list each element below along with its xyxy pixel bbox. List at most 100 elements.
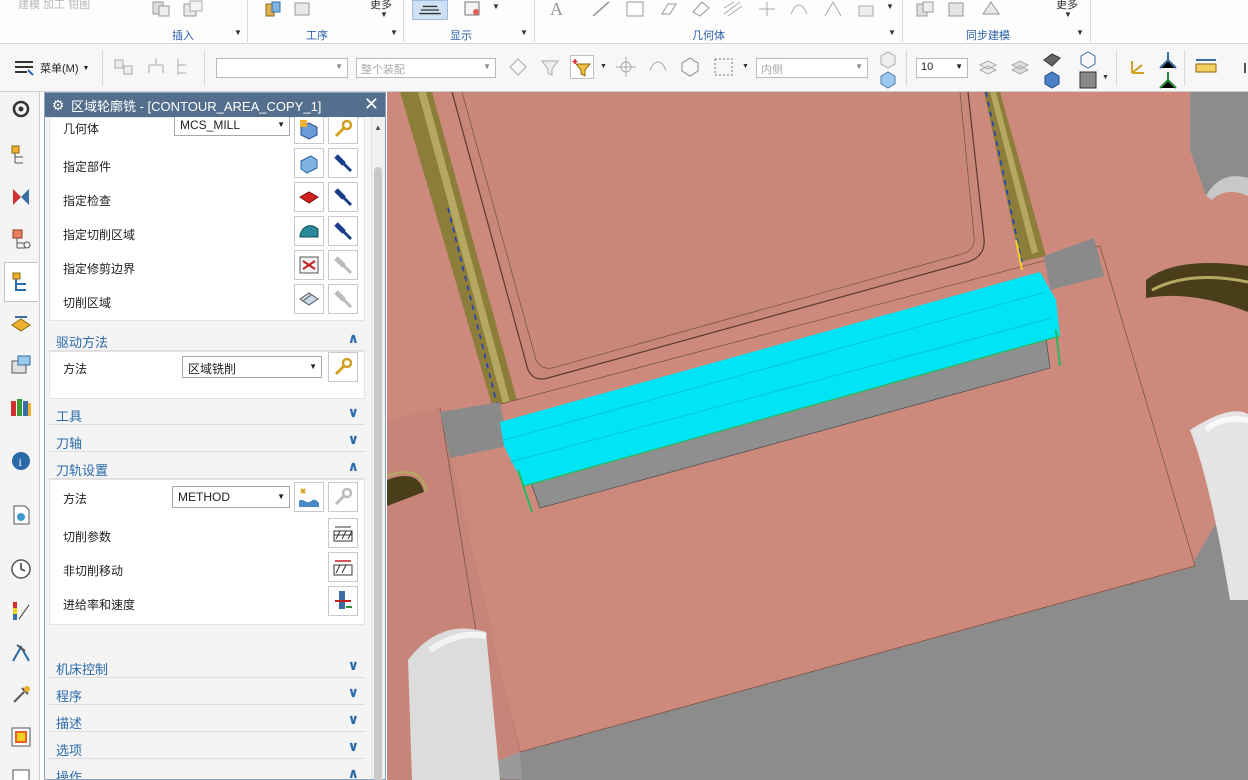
constraint-navigator-icon[interactable] — [8, 184, 34, 210]
scrollbar-thumb[interactable] — [374, 167, 382, 780]
display-cut-regions-button[interactable] — [328, 284, 358, 314]
geometry-combo[interactable]: MCS_MILL ▼ — [174, 117, 290, 136]
edit-method-button[interactable] — [328, 482, 358, 512]
snap-center-icon[interactable] — [614, 55, 638, 79]
extrude-icon[interactable] — [658, 0, 680, 18]
history-icon[interactable] — [8, 502, 34, 528]
non-cutting-moves-button[interactable] — [328, 552, 358, 582]
program-header[interactable]: 程序 ∨ — [49, 681, 365, 705]
assembly-tree-icon[interactable] — [172, 55, 196, 79]
side-filter-combo[interactable]: 内侧 ▼ — [756, 58, 868, 78]
grid-size-combo[interactable]: 10 ▼ — [916, 58, 968, 78]
rectangle-icon[interactable] — [624, 0, 646, 18]
graphics-viewport[interactable] — [387, 92, 1248, 780]
draft-icon[interactable] — [822, 0, 844, 18]
curve-icon[interactable] — [788, 0, 810, 18]
layer-up-icon[interactable] — [976, 55, 1000, 79]
scroll-up-arrow[interactable]: ▲ — [374, 123, 382, 132]
display-cut-area-button[interactable] — [328, 216, 358, 246]
model-cube-icon[interactable] — [876, 68, 896, 89]
dialog-scrollbar[interactable]: ▲ — [371, 117, 385, 780]
edit-geometry-button[interactable] — [328, 117, 358, 144]
operation-tool-icon[interactable] — [292, 0, 314, 18]
feeds-speeds-button[interactable] — [328, 586, 358, 616]
rect-select-arrow[interactable]: ▼ — [742, 63, 749, 70]
selection-filter-funnel-icon[interactable] — [570, 55, 594, 79]
actions-header[interactable]: 操作 ∧ — [49, 762, 365, 779]
insert-geometry-icon[interactable] — [182, 0, 204, 18]
specify-cut-area-button[interactable] — [294, 216, 324, 246]
type-filter-combo[interactable]: ▼ — [216, 58, 348, 78]
hatch-icon[interactable] — [722, 0, 744, 18]
insert-dropdown-arrow[interactable]: ▼ — [234, 28, 242, 37]
model-scene[interactable] — [387, 92, 1248, 780]
cutting-params-button[interactable] — [328, 518, 358, 548]
new-geometry-button[interactable] — [294, 117, 324, 144]
display-trim-boundary-button[interactable] — [328, 250, 358, 280]
geometry-more-arrow[interactable]: ▼ — [886, 2, 894, 11]
sync-more-arrow[interactable]: ▼ — [1064, 10, 1072, 19]
geometry-dropdown-arrow[interactable]: ▼ — [888, 28, 896, 37]
insert-part-icon[interactable] — [150, 0, 172, 18]
machining-feature-navigator-icon[interactable] — [8, 352, 34, 378]
move-face-icon[interactable] — [914, 0, 936, 18]
background-color-icon[interactable] — [1076, 68, 1097, 89]
text-icon[interactable]: A — [548, 0, 570, 19]
wcs-icon[interactable] — [1126, 55, 1150, 79]
tool-header[interactable]: 工具 ∨ — [49, 401, 365, 425]
display-check-button[interactable] — [328, 182, 358, 212]
report-icon[interactable] — [8, 766, 34, 780]
assembly-scope-combo[interactable]: 整个装配 ▼ — [356, 58, 496, 78]
orient-wcs-icon[interactable] — [1156, 48, 1177, 69]
dialog-close-icon[interactable]: ✕ — [364, 94, 379, 115]
sheet-icon[interactable] — [856, 0, 878, 18]
offset-region-icon[interactable] — [980, 0, 1002, 18]
drive-method-combo[interactable]: 区域铣削 ▼ — [182, 356, 322, 378]
snap-point-icon[interactable] — [506, 55, 530, 79]
bg-color-arrow[interactable]: ▼ — [1102, 74, 1109, 81]
revolve-icon[interactable] — [690, 0, 712, 18]
blue-cube-icon[interactable] — [1040, 68, 1060, 89]
operation-navigator-icon[interactable] — [4, 262, 38, 302]
tool-axis-header[interactable]: 刀轴 ∨ — [49, 428, 365, 452]
specify-part-button[interactable] — [294, 148, 324, 178]
create-operation-icon[interactable] — [262, 0, 284, 18]
assembly-navigator-icon[interactable] — [8, 142, 34, 168]
dynamic-wcs-icon[interactable] — [1156, 68, 1177, 89]
clock-icon[interactable] — [8, 556, 34, 582]
machine-tool-navigator-icon[interactable] — [8, 310, 34, 336]
shading-mode-icon[interactable] — [1040, 48, 1061, 67]
path-method-combo[interactable]: METHOD ▼ — [172, 486, 290, 508]
display-options-icon[interactable] — [462, 0, 484, 18]
process-sheet-icon[interactable] — [8, 724, 34, 750]
layer-down-icon[interactable] — [1008, 55, 1032, 79]
view-cube-small-icon[interactable] — [876, 48, 896, 69]
selection-filter-icon[interactable] — [112, 55, 136, 79]
web-browser-icon[interactable]: i — [8, 448, 34, 474]
snap-arc-icon[interactable] — [646, 55, 670, 79]
part-navigator-icon[interactable] — [8, 226, 34, 252]
edit-drive-method-button[interactable] — [328, 352, 358, 382]
reuse-library-icon[interactable] — [8, 394, 34, 420]
trim-icon[interactable] — [756, 0, 778, 18]
rectangle-select-icon[interactable] — [712, 55, 736, 79]
sync-dropdown-arrow[interactable]: ▼ — [1076, 28, 1084, 37]
machine-control-header[interactable]: 机床控制 ∨ — [49, 654, 365, 678]
main-menu-button[interactable]: 菜单(M) ▼ — [12, 58, 89, 78]
feature-filter-icon[interactable] — [538, 55, 562, 79]
path-settings-header[interactable]: 刀轨设置 ∧ — [49, 455, 365, 479]
analysis-icon[interactable] — [8, 598, 34, 624]
options-header[interactable]: 选项 ∨ — [49, 735, 365, 759]
more-dropdown-arrow[interactable]: ▼ — [380, 10, 388, 19]
funnel-arrow[interactable]: ▼ — [600, 63, 607, 70]
display-dropdown-arrow[interactable]: ▼ — [520, 28, 528, 37]
display-part-button[interactable] — [328, 148, 358, 178]
cut-regions-button[interactable] — [294, 284, 324, 314]
settings-gear-icon[interactable] — [8, 96, 34, 122]
wireframe-cube-icon[interactable] — [1076, 48, 1096, 69]
measure-distance-icon[interactable] — [1194, 55, 1218, 79]
operation-dropdown-arrow[interactable]: ▼ — [390, 28, 398, 37]
drive-method-header[interactable]: 驱动方法 ∧ — [49, 327, 365, 351]
new-method-button[interactable] — [294, 482, 324, 512]
polygon-select-icon[interactable] — [678, 55, 702, 79]
